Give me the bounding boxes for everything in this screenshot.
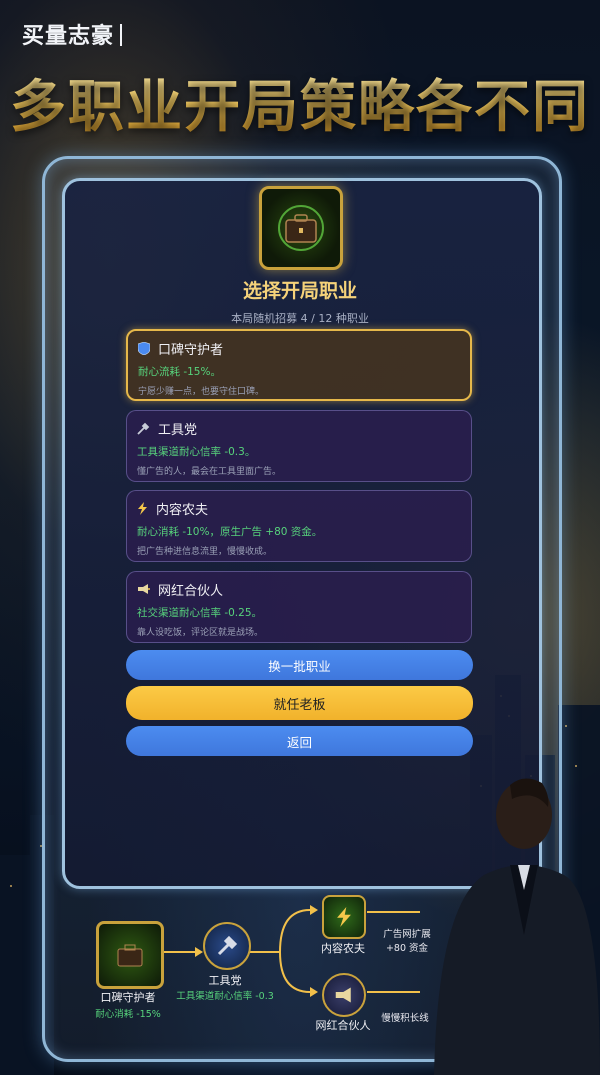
wrench-icon: [137, 422, 150, 435]
job-description: 宁愿少赚一点，也要守住口碑。: [138, 387, 265, 397]
megaphone-icon: [138, 584, 150, 594]
shield-icon: [138, 341, 150, 355]
flow-node-effect: 耐心消耗 -15%: [95, 1009, 161, 1020]
job-description: 靠人设吃饭，评论区就是战场。: [137, 628, 264, 638]
briefcase-icon: [117, 944, 143, 967]
job-card-gongju[interactable]: 工具党 工具渠道耐心信率 -0.3。 懂广告的人，最会在工具里面广告。: [126, 410, 472, 482]
reroll-jobs-button[interactable]: 换一批职业: [126, 650, 473, 680]
job-effect: 耐心消耗 -10%，原生广告 +80 资金。: [137, 526, 323, 538]
flow-node-effect: 工具渠道耐心信率 -0.3: [176, 991, 274, 1002]
job-card-neirong[interactable]: 内容农夫 耐心消耗 -10%，原生广告 +80 资金。 把广告种进信息流里，慢慢…: [126, 490, 472, 562]
lightning-icon: [138, 501, 147, 515]
panel-subtitle: 本局随机招募 4 / 12 种职业: [231, 312, 369, 325]
flow-node-label: 口碑守护者: [100, 991, 156, 1004]
megaphone-icon: [335, 987, 351, 1003]
job-name: 内容农夫: [156, 502, 209, 518]
panel-title: 选择开局职业: [242, 280, 357, 302]
job-effect: 社交渠道耐心信率 -0.25。: [137, 607, 263, 619]
briefcase-icon: [259, 186, 343, 270]
back-button[interactable]: 返回: [126, 726, 473, 756]
job-effect: 工具渠道耐心信率 -0.3。: [137, 446, 256, 458]
flow-node-gongju-icon: [203, 922, 251, 970]
confirm-boss-button[interactable]: 就任老板: [126, 686, 473, 720]
job-name: 口碑守护者: [158, 342, 224, 358]
flow-node-note: +80 资金: [385, 943, 429, 954]
job-name: 网红合伙人: [158, 583, 224, 599]
job-card-wanghong[interactable]: 网红合伙人 社交渠道耐心信率 -0.25。 靠人设吃饭，评论区就是战场。: [126, 571, 472, 643]
flow-node-label: 工具党: [208, 974, 242, 987]
flow-node-note: 广告网扩展: [383, 929, 431, 940]
flow-node-note: 慢慢积长线: [381, 1013, 429, 1024]
job-effect: 耐心流耗 -15%。: [138, 366, 221, 378]
flow-node-koubei-icon: [96, 921, 164, 989]
flow-node-label: 内容农夫: [321, 942, 365, 955]
flow-node-wanghong-icon: [322, 973, 366, 1017]
lightning-icon: [337, 907, 351, 927]
job-description: 懂广告的人，最会在工具里面广告。: [137, 467, 282, 477]
job-description: 把广告种进信息流里，慢慢收成。: [137, 547, 273, 557]
wrench-icon: [217, 935, 238, 956]
job-card-koubei[interactable]: 口碑守护者 耐心流耗 -15%。 宁愿少赚一点，也要守住口碑。: [126, 329, 472, 401]
headline: 多职业开局策略各不同: [0, 62, 600, 143]
flow-node-neirong-icon: [322, 895, 366, 939]
job-name: 工具党: [158, 422, 198, 438]
brand-name: 买量志豪: [22, 18, 123, 50]
job-flow-connectors: [163, 905, 420, 997]
